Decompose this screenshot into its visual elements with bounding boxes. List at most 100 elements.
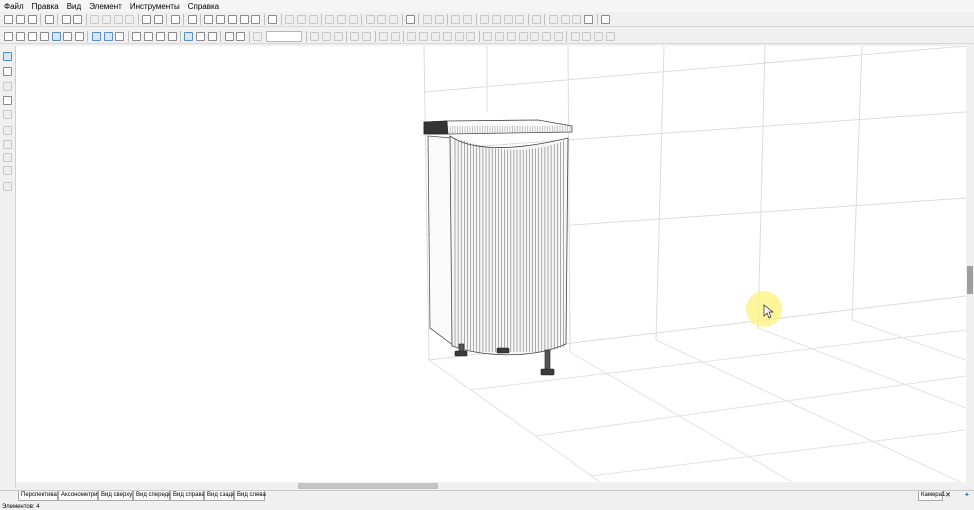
panel-e-icon[interactable] [530,31,540,41]
move-down-icon[interactable] [463,14,473,24]
tab-back-view[interactable]: Вид сзади [204,491,235,501]
target-icon[interactable] [207,31,217,41]
snap-point-icon[interactable] [196,31,206,41]
level-icon[interactable] [390,31,400,41]
view-front-icon[interactable] [4,31,14,41]
delete-icon[interactable] [125,14,135,24]
vertical-scroll-thumb[interactable] [967,266,973,294]
filter-icon[interactable] [132,31,142,41]
mirror-icon[interactable] [515,14,525,24]
distribute-v-icon[interactable] [377,14,387,24]
align-top-icon[interactable] [325,14,335,24]
print-icon[interactable] [61,14,71,24]
snap-icon[interactable] [184,31,194,41]
menu-tools[interactable]: Инструменты [126,2,184,11]
show-icon[interactable] [560,14,570,24]
draw-poly-icon[interactable] [3,153,12,162]
horizontal-scrollbar[interactable] [16,482,966,490]
align-bottom-icon[interactable] [348,14,358,24]
zoom-select[interactable] [265,30,302,42]
vertical-scrollbar[interactable] [966,46,974,482]
shaded-mode-icon[interactable] [91,31,101,41]
hide-all-icon[interactable] [572,14,582,24]
table-icon[interactable] [239,14,249,24]
edge3-icon[interactable] [431,31,441,41]
view-right-icon[interactable] [27,31,37,41]
panel-d-icon[interactable] [518,31,528,41]
menu-view[interactable]: Вид [63,2,85,11]
tab-front-view[interactable]: Вид спереди [133,491,172,501]
hatch-icon[interactable] [155,31,165,41]
draw-arc-icon[interactable] [3,140,12,149]
close-icon[interactable]: ✕ [945,492,951,500]
panel-c-icon[interactable] [506,31,516,41]
panel-icon[interactable] [187,14,197,24]
ungroup-icon[interactable] [434,14,444,24]
panel-b-icon[interactable] [494,31,504,41]
draw-line-icon[interactable] [3,126,12,135]
open-file-icon[interactable] [16,14,26,24]
snap-h-icon[interactable] [310,31,320,41]
select-arrow-icon[interactable] [3,52,12,61]
settings-icon[interactable] [600,14,610,24]
duplicate-icon[interactable] [532,14,542,24]
snap-v-icon[interactable] [321,31,331,41]
texture-a-icon[interactable] [570,31,580,41]
transform-icon[interactable] [3,67,12,76]
view-left-icon[interactable] [16,31,26,41]
edge5-icon[interactable] [454,31,464,41]
tab-right-view[interactable]: Вид справа [170,491,205,501]
menu-element[interactable]: Элемент [85,2,126,11]
width-icon[interactable] [350,31,360,41]
texture-b-icon[interactable] [582,31,592,41]
panel-g-icon[interactable] [553,31,563,41]
3d-viewport[interactable] [16,46,966,482]
tab-left-view[interactable]: Вид слева [234,491,266,501]
move-up-icon[interactable] [451,14,461,24]
corner-cabinet[interactable] [423,119,573,376]
horizontal-scroll-thumb[interactable] [298,483,438,489]
paste-icon[interactable] [113,14,123,24]
menu-edit[interactable]: Правка [28,2,63,11]
save-icon[interactable] [27,14,37,24]
new-file-icon[interactable] [4,14,14,24]
dimension-icon[interactable] [143,31,153,41]
align-left-icon[interactable] [285,14,295,24]
tab-top-view[interactable]: Вид сверху [98,491,133,501]
tab-perspective[interactable]: Перспектива [18,491,58,501]
scene-canvas[interactable] [16,46,966,482]
pivot-icon[interactable] [236,31,246,41]
distribute-d-icon[interactable] [389,14,399,24]
grid-icon[interactable] [406,14,416,24]
measure-icon[interactable] [3,82,12,91]
draw-free-icon[interactable] [3,166,12,175]
appliance-icon[interactable] [251,14,261,24]
texture-c-icon[interactable] [594,31,604,41]
align-center-icon[interactable] [296,14,306,24]
eyedropper-icon[interactable] [3,96,12,105]
scale-icon[interactable] [503,14,513,24]
tab-axonometry[interactable]: Аксонометрия [58,491,101,501]
library-icon[interactable] [170,14,180,24]
menu-help[interactable]: Справка [184,2,223,11]
cabinet-icon[interactable] [227,14,237,24]
material-icon[interactable] [153,14,163,24]
texture-mode-icon[interactable] [103,31,113,41]
sum-icon[interactable] [268,14,278,24]
edge-icon[interactable] [407,31,417,41]
height-icon[interactable] [378,31,388,41]
group-icon[interactable] [422,14,432,24]
view-iso-icon[interactable] [63,31,73,41]
zoom-icon[interactable] [253,31,263,41]
cut-icon[interactable] [90,14,100,24]
fillet-icon[interactable] [3,182,12,191]
move-icon[interactable] [491,14,501,24]
erase-icon[interactable] [3,110,12,119]
panel-a-icon[interactable] [483,31,493,41]
rotate-icon[interactable] [479,14,489,24]
edge6-icon[interactable] [466,31,476,41]
magnet-icon[interactable] [224,31,234,41]
eye-icon[interactable] [584,14,594,24]
view-top-icon[interactable] [39,31,49,41]
panel-f-icon[interactable] [542,31,552,41]
